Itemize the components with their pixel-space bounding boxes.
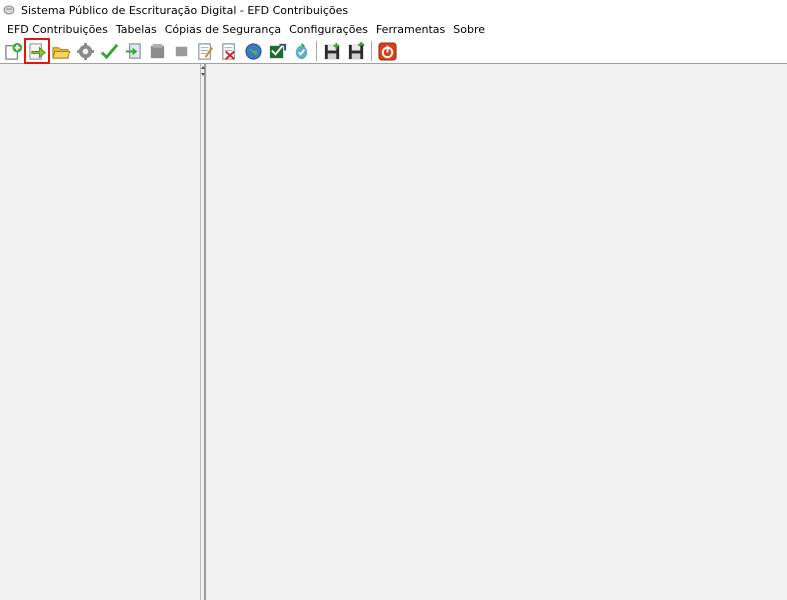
toolbar-separator-2 <box>371 41 372 61</box>
toolbar-separator <box>316 41 317 61</box>
globe-icon <box>244 42 262 60</box>
stop-button[interactable] <box>169 39 193 63</box>
app-icon <box>3 5 15 15</box>
expand-left-arrow-icon[interactable] <box>201 73 205 76</box>
import-arrow-icon <box>28 42 46 60</box>
transmit-button[interactable] <box>265 39 289 63</box>
exit-button[interactable] <box>375 39 399 63</box>
open-button[interactable] <box>49 39 73 63</box>
transmit-icon <box>269 43 286 58</box>
window-titlebar: Sistema Público de Escrituração Digital … <box>0 0 787 20</box>
receipt-button[interactable] <box>289 39 313 63</box>
edit-document-icon <box>125 42 141 59</box>
toolbar <box>0 38 787 64</box>
remove-signature-button[interactable] <box>217 39 241 63</box>
menu-sobre[interactable]: Sobre <box>449 21 489 38</box>
content-pane <box>206 64 787 600</box>
save-backup-icon <box>324 42 339 59</box>
edit-button[interactable] <box>121 39 145 63</box>
new-file-icon <box>4 42 22 60</box>
open-folder-icon <box>51 46 71 59</box>
menu-copias-de-seguranca[interactable]: Cópias de Segurança <box>161 21 285 38</box>
remove-signature-icon <box>221 42 235 60</box>
gear-icon <box>76 42 94 60</box>
main-split-area <box>0 64 787 600</box>
validate-button[interactable] <box>97 39 121 63</box>
restore-backup-button[interactable] <box>344 39 368 63</box>
collapse-left-arrow-icon[interactable] <box>201 66 205 69</box>
print-button[interactable] <box>145 39 169 63</box>
import-button[interactable] <box>24 38 50 64</box>
new-file-button[interactable] <box>1 39 25 63</box>
navigation-tree-pane[interactable] <box>0 64 201 600</box>
web-button[interactable] <box>241 39 265 63</box>
window-title: Sistema Público de Escrituração Digital … <box>21 3 349 17</box>
sign-document-icon <box>197 42 213 60</box>
print-icon <box>150 43 164 58</box>
sign-button[interactable] <box>193 39 217 63</box>
exit-power-icon <box>377 41 397 61</box>
menu-ferramentas[interactable]: Ferramentas <box>372 21 449 38</box>
save-backup-button[interactable] <box>320 39 344 63</box>
receipt-icon <box>295 42 307 59</box>
menu-bar: EFD Contribuições Tabelas Cópias de Segu… <box>0 20 787 39</box>
settings-button[interactable] <box>73 39 97 63</box>
menu-configuracoes[interactable]: Configurações <box>285 21 372 38</box>
stop-icon <box>175 46 187 56</box>
validate-check-icon <box>100 43 118 59</box>
split-pane-divider[interactable] <box>201 64 206 600</box>
menu-tabelas[interactable]: Tabelas <box>112 21 161 38</box>
restore-backup-icon <box>348 41 365 59</box>
menu-efd-contribuicoes[interactable]: EFD Contribuições <box>3 21 112 38</box>
